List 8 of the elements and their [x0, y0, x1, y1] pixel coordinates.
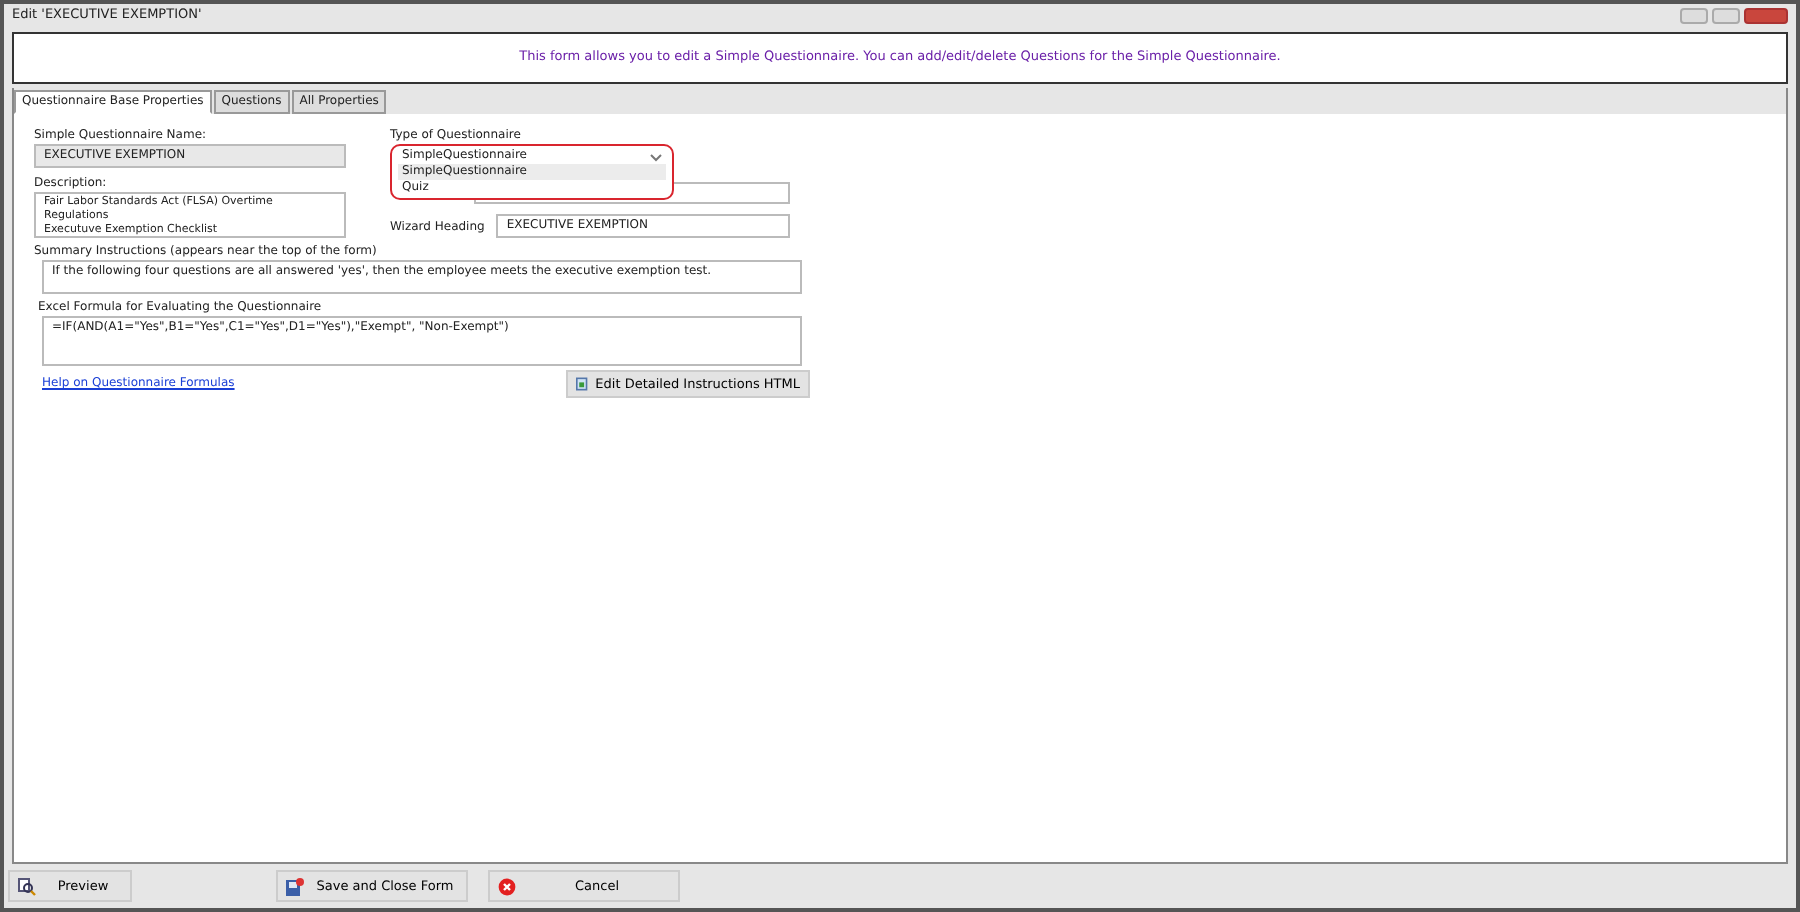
save-icon: [286, 877, 304, 895]
cancel-icon: [498, 877, 516, 895]
chevron-icon: [650, 154, 662, 162]
maximize-button[interactable]: [1712, 8, 1740, 24]
minimize-button[interactable]: [1680, 8, 1708, 24]
close-button[interactable]: [1744, 8, 1788, 24]
magnifier-page-icon: [18, 877, 36, 895]
document-icon: [576, 375, 588, 391]
